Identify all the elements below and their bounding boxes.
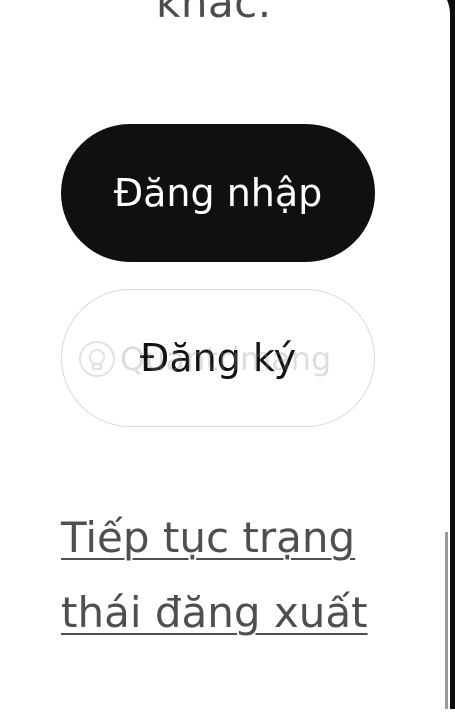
login-button[interactable]: Đăng nhập xyxy=(61,124,375,262)
heading-text: khác. xyxy=(156,0,272,27)
login-button-label: Đăng nhập xyxy=(113,171,323,215)
scrollbar[interactable] xyxy=(445,532,448,709)
signup-button[interactable]: Đăng ký xyxy=(61,289,375,427)
signup-button-label: Đăng ký xyxy=(139,336,297,380)
continue-logged-out-link[interactable]: Tiếp tục trạng thái đăng xuất xyxy=(61,500,381,650)
